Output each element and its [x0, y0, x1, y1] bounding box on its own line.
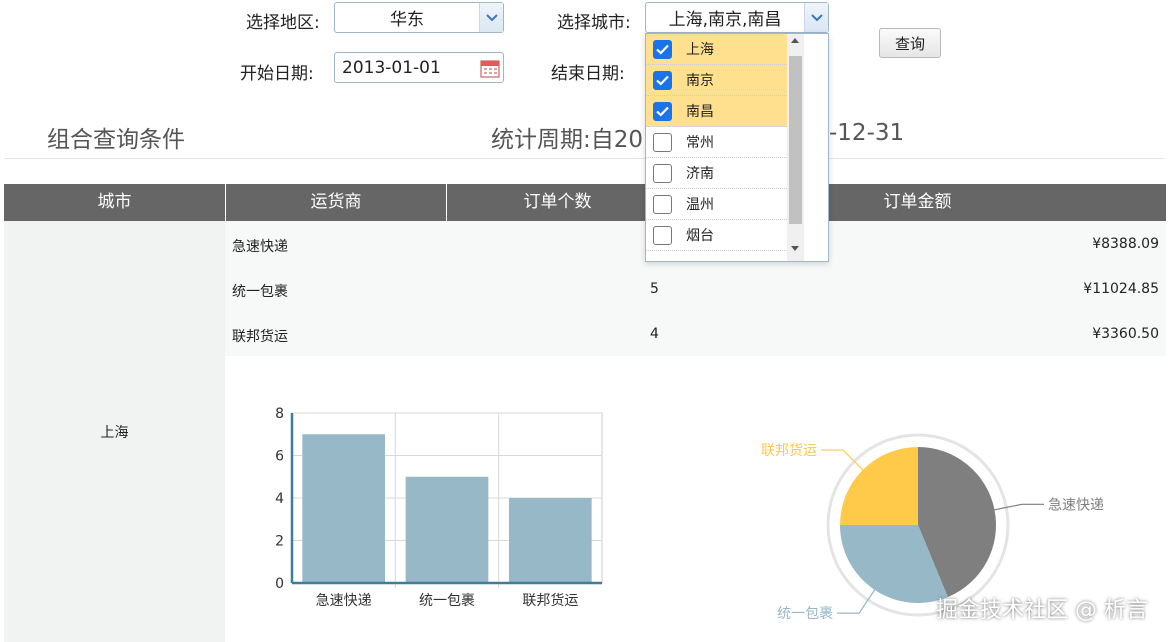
checkbox[interactable]	[653, 225, 672, 245]
city-option-label: 南昌	[686, 104, 714, 120]
city-option-label: 烟台	[686, 228, 714, 244]
city-option[interactable]: 烟台	[646, 220, 787, 251]
scroll-down-icon[interactable]	[791, 246, 799, 251]
order-amount: ¥3360.50	[1092, 326, 1159, 342]
pie-label: 急速快递	[1048, 497, 1104, 513]
y-tick-label: 6	[275, 449, 284, 465]
city-option-label: 常州	[686, 135, 714, 151]
start-date-field[interactable]: 2013-01-01	[334, 52, 504, 83]
section-divider	[4, 158, 1166, 159]
col-header-carrier[interactable]: 运货商	[225, 184, 446, 221]
city-option-label: 上海	[686, 42, 714, 58]
order-amount: ¥8388.09	[1092, 236, 1159, 252]
city-option[interactable]: 常州	[646, 127, 787, 158]
city-select[interactable]: 上海,南京,南昌	[645, 2, 829, 33]
y-tick-label: 2	[275, 534, 284, 550]
carrier-name: 急速快递	[232, 239, 288, 255]
query-button[interactable]: 查询	[879, 28, 941, 58]
city-option[interactable]: 温州	[646, 189, 787, 220]
bar	[302, 434, 385, 583]
checkbox-checked[interactable]	[653, 101, 672, 121]
col-header-count[interactable]: 订单个数	[446, 184, 668, 221]
start-date-value: 2013-01-01	[342, 57, 441, 78]
bar-chart: 0 2 4 6 8 急速快递 统一包裹 联邦货运	[275, 406, 603, 609]
city-label: 选择城市:	[557, 13, 631, 33]
y-tick-label: 0	[275, 576, 284, 592]
carrier-name: 统一包裹	[232, 284, 288, 300]
city-option-list: 上海南京南昌常州济南温州烟台	[646, 34, 787, 251]
city-option[interactable]: 南京	[646, 65, 787, 96]
city-option[interactable]: 上海	[646, 34, 787, 65]
section-title: 组合查询条件	[47, 127, 185, 153]
y-tick-label: 4	[275, 491, 284, 507]
table-row[interactable]: 统一包裹 5 ¥11024.85	[225, 266, 1166, 311]
checkbox-checked[interactable]	[653, 39, 672, 59]
end-date-label: 结束日期:	[551, 64, 625, 84]
city-option-label: 济南	[686, 166, 714, 182]
x-tick-label: 统一包裹	[419, 593, 475, 609]
pie-label: 联邦货运	[761, 442, 817, 459]
region-select[interactable]: 华东	[334, 2, 504, 33]
checkbox[interactable]	[653, 163, 672, 183]
check-icon	[656, 106, 669, 117]
region-select-value: 华东	[390, 10, 424, 30]
period-text-start: 统计周期:自20	[491, 127, 644, 153]
city-dropdown: 上海南京南昌常州济南温州烟台	[645, 33, 829, 262]
city-option[interactable]: 济南	[646, 158, 787, 189]
city-option[interactable]: 南昌	[646, 96, 787, 127]
x-tick-label: 急速快递	[316, 593, 372, 609]
x-tick-label: 联邦货运	[522, 592, 578, 609]
start-date-label: 开始日期:	[240, 64, 314, 84]
city-select-value: 上海,南京,南昌	[668, 10, 782, 30]
bar	[509, 498, 592, 583]
checkbox[interactable]	[653, 194, 672, 214]
order-amount: ¥11024.85	[1083, 281, 1159, 297]
city-option-label: 温州	[686, 197, 714, 213]
table-row[interactable]: 联邦货运 4 ¥3360.50	[225, 311, 1166, 356]
carrier-name: 联邦货运	[232, 329, 288, 345]
chevron-down-icon[interactable]	[804, 3, 828, 32]
period-text-end: -12-31	[829, 120, 905, 146]
bar	[405, 476, 489, 583]
city-option-label: 南京	[686, 73, 714, 89]
order-count: 5	[650, 281, 659, 297]
pie-label-line	[994, 503, 1044, 511]
scroll-thumb[interactable]	[789, 56, 802, 224]
checkbox[interactable]	[653, 132, 672, 152]
check-icon	[656, 75, 669, 86]
order-count: 4	[650, 326, 659, 342]
city-cell: 上海	[4, 221, 225, 642]
check-icon	[656, 44, 669, 55]
city-name: 上海	[100, 425, 129, 441]
y-tick-label: 8	[275, 406, 284, 422]
pie-label: 统一包裹	[777, 606, 833, 622]
scroll-up-icon[interactable]	[791, 38, 799, 43]
dropdown-scrollbar[interactable]	[787, 34, 804, 261]
table-header: 城市 运货商 订单个数 订单金额	[4, 184, 1166, 221]
watermark: 掘金技术社区 @ 析言	[936, 598, 1148, 623]
col-header-city[interactable]: 城市	[4, 184, 225, 221]
calendar-icon[interactable]	[477, 58, 503, 78]
region-label: 选择地区:	[246, 13, 320, 33]
chevron-down-icon[interactable]	[479, 3, 503, 32]
checkbox-checked[interactable]	[653, 70, 672, 90]
